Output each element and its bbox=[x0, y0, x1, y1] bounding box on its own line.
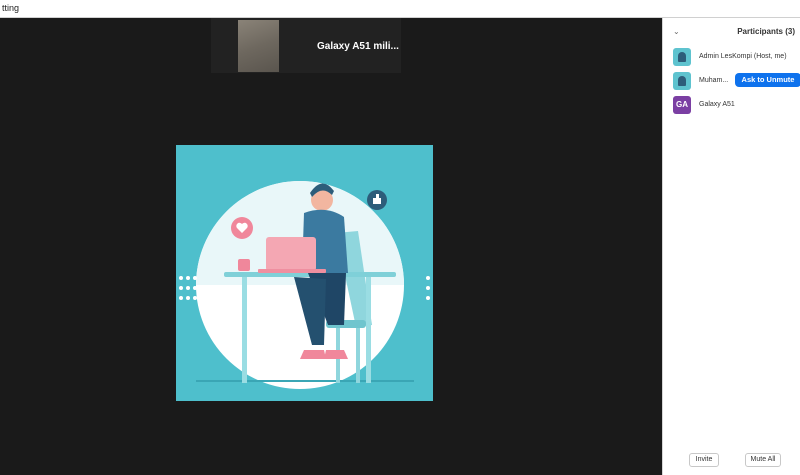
thumbnail-video bbox=[238, 20, 279, 72]
participant-thumbnail[interactable]: Galaxy A51 mili... bbox=[211, 18, 401, 73]
thumbnail-name: Galaxy A51 mili... bbox=[317, 41, 399, 52]
avatar: GA bbox=[673, 96, 691, 114]
participant-name: Galaxy A51 bbox=[699, 101, 735, 108]
participant-row[interactable]: Muham... Ask to Unmute bbox=[663, 70, 800, 92]
participant-row[interactable]: GA Galaxy A51 bbox=[663, 94, 800, 116]
chevron-down-icon[interactable]: ⌄ bbox=[673, 27, 680, 36]
active-speaker-video bbox=[176, 145, 433, 401]
invite-button[interactable]: Invite bbox=[689, 453, 719, 467]
window-title: tting bbox=[2, 3, 20, 13]
title-bar: tting bbox=[0, 0, 800, 18]
participant-row[interactable]: Admin LesKompi (Host, me) bbox=[663, 46, 800, 68]
avatar bbox=[673, 48, 691, 66]
video-area: Galaxy A51 mili... bbox=[0, 18, 662, 475]
participants-title: Participants (3) bbox=[737, 27, 795, 36]
participant-name: Muham... bbox=[699, 77, 729, 84]
avatar bbox=[673, 72, 691, 90]
ask-to-unmute-button[interactable]: Ask to Unmute bbox=[735, 73, 800, 87]
mute-all-button[interactable]: Mute All bbox=[745, 453, 781, 467]
participants-header: ⌄ Participants (3) bbox=[663, 18, 800, 44]
participant-name: Admin LesKompi (Host, me) bbox=[699, 53, 787, 60]
participants-panel: ⌄ Participants (3) Admin LesKompi (Host,… bbox=[662, 18, 800, 475]
illustration-image bbox=[179, 181, 430, 389]
